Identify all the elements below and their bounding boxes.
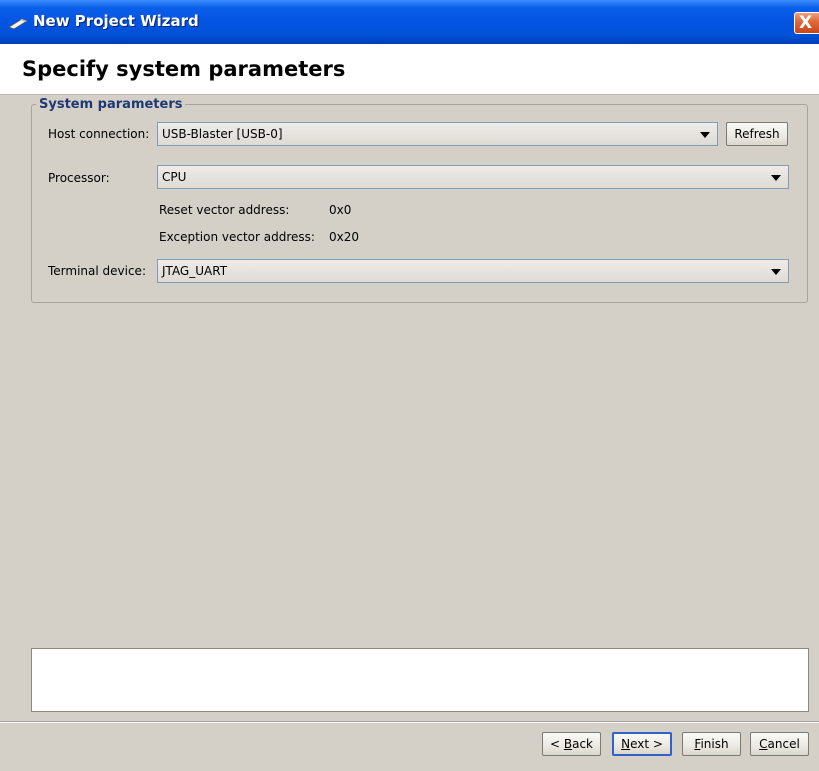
- reset-vector-value: 0x0: [329, 203, 352, 217]
- chevron-down-icon: [700, 132, 710, 138]
- processor-value: CPU: [162, 170, 187, 184]
- close-icon: X: [799, 13, 813, 33]
- refresh-button[interactable]: Refresh: [726, 122, 788, 146]
- back-prefix: <: [549, 737, 564, 751]
- footer-separator: [0, 721, 819, 723]
- reset-vector-label: Reset vector address:: [159, 203, 290, 217]
- host-connection-value: USB-Blaster [USB-0]: [162, 127, 283, 141]
- page-title: Specify system parameters: [22, 57, 346, 81]
- back-mnemonic: B: [563, 737, 573, 751]
- new-project-wizard-window: New Project Wizard X Specify system para…: [0, 0, 819, 771]
- host-connection-label: Host connection:: [48, 127, 150, 141]
- terminal-device-label: Terminal device:: [48, 264, 146, 278]
- cancel-rest: ancel: [767, 737, 800, 751]
- title-bar[interactable]: New Project Wizard X: [0, 0, 819, 44]
- message-area: [31, 648, 809, 712]
- next-mnemonic: N: [621, 737, 631, 751]
- group-legend: System parameters: [36, 97, 186, 112]
- cancel-button[interactable]: Cancel: [750, 732, 809, 756]
- next-button[interactable]: Next >: [612, 732, 672, 756]
- window-title: New Project Wizard: [33, 12, 199, 30]
- terminal-device-select[interactable]: JTAG_UART: [157, 259, 789, 283]
- processor-select[interactable]: CPU: [157, 165, 789, 189]
- cancel-mnemonic: C: [759, 737, 768, 751]
- terminal-device-value: JTAG_UART: [162, 264, 228, 278]
- next-rest: ext >: [630, 737, 663, 751]
- processor-label: Processor:: [48, 171, 110, 185]
- wizard-header: Specify system parameters: [0, 44, 819, 95]
- host-connection-select[interactable]: USB-Blaster [USB-0]: [157, 122, 718, 146]
- wizard-wand-icon: [8, 18, 28, 29]
- chevron-down-icon: [771, 269, 781, 275]
- finish-button[interactable]: Finish: [682, 732, 741, 756]
- exception-vector-label: Exception vector address:: [159, 230, 315, 244]
- chevron-down-icon: [771, 175, 781, 181]
- back-rest: ack: [572, 737, 593, 751]
- finish-rest: inish: [700, 737, 729, 751]
- back-button[interactable]: < Back: [542, 732, 601, 756]
- exception-vector-value: 0x20: [329, 230, 360, 244]
- close-button[interactable]: X: [794, 12, 819, 34]
